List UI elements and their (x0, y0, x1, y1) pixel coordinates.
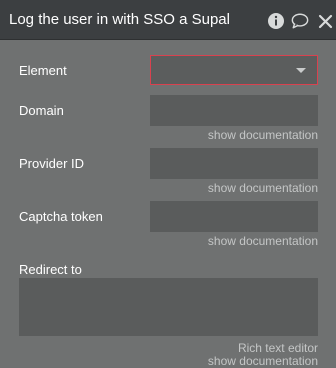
redirect-to-show-documentation-link[interactable]: show documentation (208, 354, 318, 368)
element-dropdown[interactable] (150, 55, 318, 85)
panel-title: Log the user in with SSO a Supal (9, 11, 230, 28)
chevron-down-icon (296, 68, 306, 73)
domain-input[interactable] (150, 95, 318, 126)
info-icon[interactable] (267, 12, 285, 30)
element-label: Element (19, 63, 67, 78)
domain-label: Domain (19, 103, 64, 118)
action-property-panel: Log the user in with SSO a Supal Element… (0, 0, 336, 368)
captcha-token-input[interactable] (150, 201, 318, 232)
redirect-to-label: Redirect to (19, 262, 82, 277)
domain-show-documentation-link[interactable]: show documentation (208, 128, 318, 142)
rich-text-editor-link[interactable]: Rich text editor (238, 341, 318, 355)
provider-id-show-documentation-link[interactable]: show documentation (208, 181, 318, 195)
provider-id-label: Provider ID (19, 156, 85, 171)
close-icon[interactable] (318, 12, 333, 30)
provider-id-input[interactable] (150, 148, 318, 179)
panel-header: Log the user in with SSO a Supal (0, 0, 336, 40)
captcha-token-label: Captcha token (19, 209, 103, 224)
comment-icon[interactable] (291, 12, 309, 30)
redirect-to-textarea[interactable] (19, 278, 318, 336)
captcha-token-show-documentation-link[interactable]: show documentation (208, 234, 318, 248)
